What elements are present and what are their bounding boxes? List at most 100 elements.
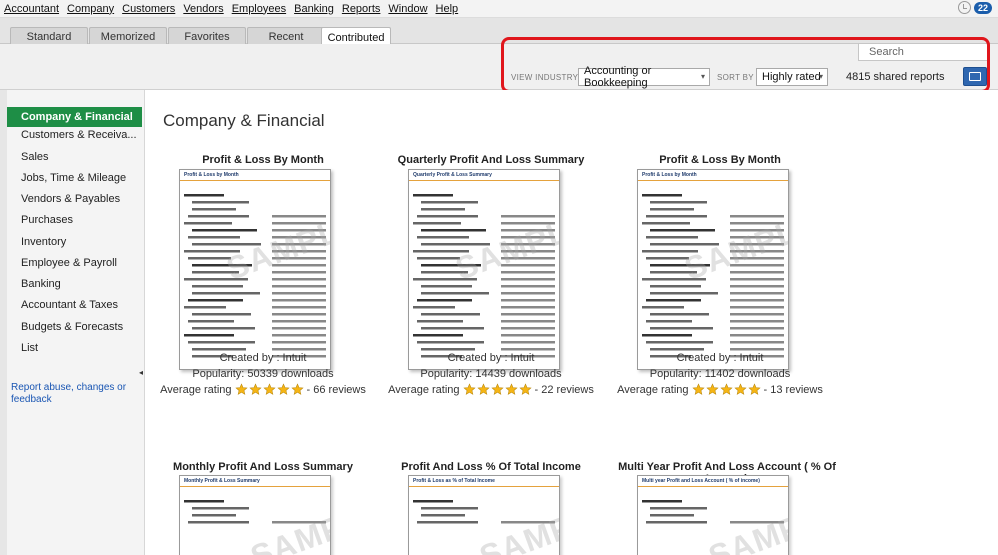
preview-row-values [501, 334, 555, 337]
menu-reports[interactable]: Reports [342, 3, 381, 15]
preview-row [413, 194, 453, 197]
reminder-clock-icon[interactable] [957, 1, 971, 14]
star-rating[interactable] [234, 383, 304, 396]
rating-label: Average rating [617, 383, 689, 396]
report-thumbnail[interactable]: Monthly Profit & Loss Summary SAMPLE [179, 475, 331, 555]
review-count[interactable]: - 66 reviews [307, 384, 366, 396]
report-card-title[interactable]: Profit And Loss % Of Total Income [377, 461, 605, 473]
star-icon[interactable] [462, 383, 476, 396]
preview-row-values [272, 348, 326, 351]
rating-row: Average rating - 66 reviews [149, 383, 377, 396]
created-by: Created by : Intuit [676, 352, 764, 364]
menu-vendors[interactable]: Vendors [183, 3, 223, 15]
sidebar-item-list[interactable]: List [7, 338, 142, 358]
preview-row [184, 306, 226, 309]
preview-row [417, 236, 469, 239]
star-icon[interactable] [290, 383, 304, 396]
sidebar-item-customers[interactable]: Customers & Receiva... [7, 125, 142, 145]
menu-accountant[interactable]: Accountant [4, 3, 59, 15]
rating-row: Average rating - 13 reviews [606, 383, 834, 396]
sidebar-item-inventory[interactable]: Inventory [7, 232, 142, 252]
sidebar-item-vendors[interactable]: Vendors & Payables [7, 189, 142, 209]
preview-row-values [272, 320, 326, 323]
star-rating[interactable] [462, 383, 532, 396]
view-toggle-button[interactable] [963, 67, 987, 86]
star-icon[interactable] [248, 383, 262, 396]
report-card-title[interactable]: Profit & Loss By Month [606, 154, 834, 166]
sidebar-item-company-financial[interactable]: Company & Financial [7, 107, 142, 127]
search-input[interactable]: Search [858, 43, 988, 61]
report-thumbnail[interactable]: Profit & Loss by Month SAMPLE [179, 169, 331, 370]
star-icon[interactable] [262, 383, 276, 396]
star-icon[interactable] [691, 383, 705, 396]
report-card-title[interactable]: Quarterly Profit And Loss Summary [377, 154, 605, 166]
sidebar-item-sales[interactable]: Sales [7, 147, 142, 167]
menu-company[interactable]: Company [67, 3, 114, 15]
report-abuse-link[interactable]: Report abuse, changes or feedback [11, 382, 136, 406]
star-rating[interactable] [691, 383, 761, 396]
preview-row [413, 306, 455, 309]
preview-row-values [730, 313, 784, 316]
preview-row-values [272, 278, 326, 281]
star-icon[interactable] [747, 383, 761, 396]
preview-row [417, 521, 478, 524]
sort-by-label: SORT BY [717, 73, 754, 82]
collapse-arrow-icon[interactable]: ◂ [139, 368, 143, 377]
sidebar-item-employee-payroll[interactable]: Employee & Payroll [7, 253, 142, 273]
preview-row [192, 313, 251, 316]
preview-row [188, 320, 234, 323]
shared-reports-count: 4815 shared reports [846, 71, 945, 83]
star-icon[interactable] [733, 383, 747, 396]
menu-help[interactable]: Help [436, 3, 459, 15]
rating-row: Average rating - 22 reviews [377, 383, 605, 396]
report-thumbnail[interactable]: Multi year Profit and Loss Account ( % o… [637, 475, 789, 555]
report-thumbnail[interactable]: Profit & Loss by Month SAMPLE [637, 169, 789, 370]
star-icon[interactable] [234, 383, 248, 396]
preview-row-values [501, 299, 555, 302]
report-thumbnail[interactable]: Profit & Loss as % of Total Income SAMPL… [408, 475, 560, 555]
preview-row-values [730, 292, 784, 295]
preview-row [650, 313, 709, 316]
star-icon[interactable] [276, 383, 290, 396]
menu-window[interactable]: Window [388, 3, 427, 15]
menu-bar: Accountant Company Customers Vendors Emp… [0, 0, 998, 18]
sort-by-select[interactable]: Highly rated ▾ [756, 68, 828, 86]
sidebar-item-accountant-taxes[interactable]: Accountant & Taxes [7, 295, 142, 315]
report-card-title[interactable]: Monthly Profit And Loss Summary [149, 461, 377, 473]
report-thumbnail[interactable]: Quarterly Profit & Loss Summary SAMPLE [408, 169, 560, 370]
preview-row [188, 299, 243, 302]
review-count[interactable]: - 13 reviews [764, 384, 823, 396]
page-title: Company & Financial [163, 111, 325, 130]
star-icon[interactable] [719, 383, 733, 396]
preview-row [421, 201, 478, 204]
review-count[interactable]: - 22 reviews [535, 384, 594, 396]
star-icon[interactable] [518, 383, 532, 396]
preview-row-values [730, 327, 784, 330]
star-icon[interactable] [476, 383, 490, 396]
menu-customers[interactable]: Customers [122, 3, 175, 15]
preview-row-values [501, 278, 555, 281]
sidebar-item-banking[interactable]: Banking [7, 274, 142, 294]
menu-employees[interactable]: Employees [232, 3, 286, 15]
notification-area[interactable]: 22 [957, 1, 992, 14]
preview-row [184, 500, 224, 503]
preview-row [192, 208, 236, 211]
preview-row [417, 215, 478, 218]
star-icon[interactable] [504, 383, 518, 396]
sidebar-item-jobs[interactable]: Jobs, Time & Mileage [7, 168, 142, 188]
report-card-title[interactable]: Profit & Loss By Month [149, 154, 377, 166]
view-industry-select[interactable]: Accounting or Bookkeeping ▾ [578, 65, 710, 89]
preview-row-values [272, 313, 326, 316]
menu-banking[interactable]: Banking [294, 3, 334, 15]
sidebar-item-budgets[interactable]: Budgets & Forecasts [7, 317, 142, 337]
sidebar-item-purchases[interactable]: Purchases [7, 210, 142, 230]
notification-count-badge[interactable]: 22 [973, 1, 992, 14]
filter-bar [0, 44, 998, 90]
grid-view-icon [969, 72, 981, 81]
preview-row [188, 215, 249, 218]
preview-row [642, 500, 682, 503]
star-icon[interactable] [705, 383, 719, 396]
star-icon[interactable] [490, 383, 504, 396]
preview-row-values [501, 271, 555, 274]
preview-row-values [501, 320, 555, 323]
